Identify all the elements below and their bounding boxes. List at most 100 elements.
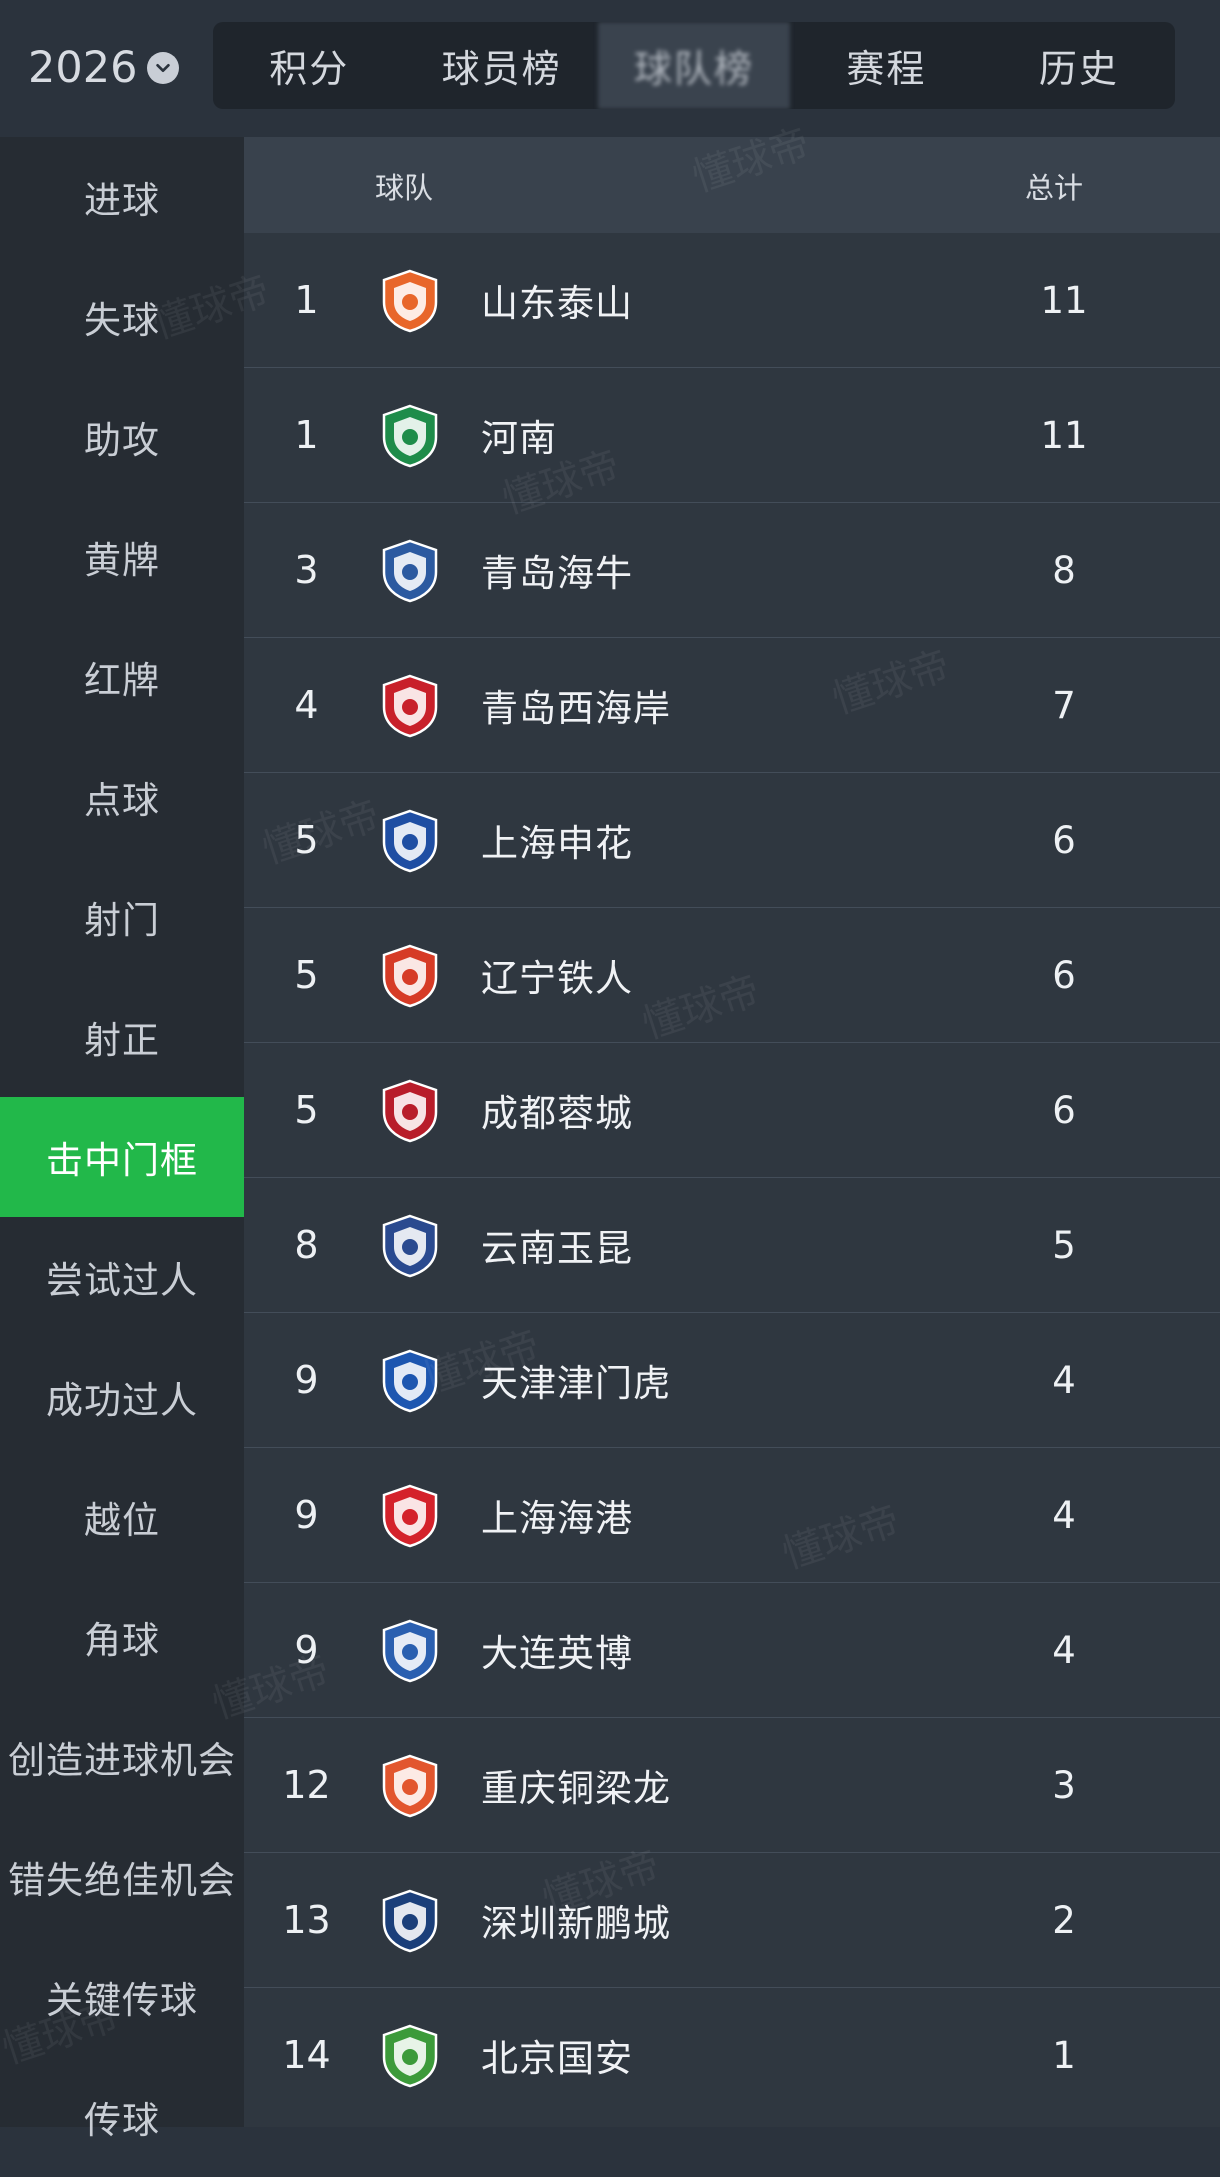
rank-cell: 1 bbox=[294, 278, 319, 322]
table-row[interactable]: 13 深圳新鹏城 2 bbox=[244, 1852, 1220, 1987]
shanghai-shenhua-logo bbox=[377, 808, 443, 874]
team-name: 河南 bbox=[481, 417, 557, 460]
tab-schedule[interactable]: 赛程 bbox=[790, 22, 982, 109]
team-name: 山东泰山 bbox=[481, 282, 633, 325]
total-cell: 8 bbox=[1052, 548, 1076, 592]
rank-cell: 4 bbox=[294, 683, 319, 727]
chengdu-rongcheng-logo bbox=[377, 1078, 443, 1144]
table-row[interactable]: 14 北京国安 1 bbox=[244, 1987, 1220, 2122]
chongqing-tongliang-long-logo bbox=[377, 1753, 443, 1819]
dalian-yingbo-logo bbox=[377, 1618, 443, 1684]
rank-cell: 9 bbox=[294, 1358, 319, 1402]
table-row[interactable]: 5 辽宁铁人 6 bbox=[244, 907, 1220, 1042]
rank-cell: 13 bbox=[282, 1898, 331, 1942]
tab-standings[interactable]: 积分 bbox=[213, 22, 405, 109]
total-cell: 6 bbox=[1052, 1088, 1076, 1132]
total-cell: 11 bbox=[1040, 278, 1088, 322]
total-cell: 1 bbox=[1052, 2033, 1076, 2077]
sidebar-item[interactable]: 助攻 bbox=[0, 377, 244, 497]
table-row[interactable]: 12 重庆铜梁龙 3 bbox=[244, 1717, 1220, 1852]
team-name: 上海申花 bbox=[481, 822, 633, 865]
column-header-total: 总计 bbox=[1025, 171, 1084, 205]
beijing-guoan-logo bbox=[377, 2023, 443, 2089]
chevron-down-icon bbox=[147, 52, 180, 84]
column-header-team: 球队 bbox=[375, 171, 434, 205]
top-bar: 2026 积分 球员榜 球队榜 赛程 历史 bbox=[0, 0, 1220, 137]
rank-cell: 5 bbox=[294, 953, 319, 997]
team-name: 青岛西海岸 bbox=[481, 687, 671, 730]
team-name: 青岛海牛 bbox=[481, 552, 633, 595]
total-cell: 4 bbox=[1052, 1628, 1076, 1672]
tab-history[interactable]: 历史 bbox=[983, 22, 1175, 109]
team-name: 天津津门虎 bbox=[481, 1362, 671, 1405]
sidebar-item[interactable]: 失球 bbox=[0, 257, 244, 377]
rank-cell: 14 bbox=[282, 2033, 331, 2077]
team-name: 深圳新鹏城 bbox=[481, 1902, 671, 1945]
liaoning-tieren-logo bbox=[377, 943, 443, 1009]
table-row[interactable]: 5 上海申花 6 bbox=[244, 772, 1220, 907]
total-cell: 3 bbox=[1052, 1763, 1076, 1807]
shenzhen-xinpengcheng-logo bbox=[377, 1888, 443, 1954]
table-row[interactable]: 9 天津津门虎 4 bbox=[244, 1312, 1220, 1447]
team-name: 北京国安 bbox=[481, 2037, 633, 2080]
table-row[interactable]: 9 大连英博 4 bbox=[244, 1582, 1220, 1717]
henan-logo bbox=[377, 403, 443, 469]
total-cell: 7 bbox=[1052, 683, 1076, 727]
team-name: 成都蓉城 bbox=[481, 1092, 633, 1135]
team-name: 上海海港 bbox=[481, 1497, 633, 1540]
sidebar-item[interactable]: 尝试过人 bbox=[0, 1217, 244, 1337]
total-cell: 4 bbox=[1052, 1358, 1076, 1402]
tianjin-jinmen-tiger-logo bbox=[377, 1348, 443, 1414]
table-body: 1 山东泰山 11 1 河南 11 3 青岛海牛 8 4 青岛西海岸 7 5 上海申花 6 5 辽宁铁人 6 5 成都… bbox=[244, 233, 1220, 2122]
team-name: 云南玉昆 bbox=[481, 1227, 633, 1270]
sidebar-item[interactable]: 射门 bbox=[0, 857, 244, 977]
table-row[interactable]: 9 上海海港 4 bbox=[244, 1447, 1220, 1582]
rank-cell: 5 bbox=[294, 1088, 319, 1132]
total-cell: 6 bbox=[1052, 818, 1076, 862]
season-selector[interactable]: 2026 bbox=[28, 38, 180, 98]
sidebar-item[interactable]: 成功过人 bbox=[0, 1337, 244, 1457]
shandong-taishan-logo bbox=[377, 268, 443, 334]
table-row[interactable]: 1 河南 11 bbox=[244, 367, 1220, 502]
tab-player-rankings[interactable]: 球员榜 bbox=[405, 22, 597, 109]
sidebar-item[interactable]: 射正 bbox=[0, 977, 244, 1097]
total-cell: 6 bbox=[1052, 953, 1076, 997]
sidebar-item[interactable]: 错失绝佳机会 bbox=[0, 1817, 244, 1937]
stat-category-sidebar: 进球 失球 助攻 黄牌 红牌 点球 射门 射正 击中门框 尝试过人 成功过人 越位 角球 创造进球机会 错失… bbox=[0, 137, 244, 2142]
tab-team-rankings[interactable]: 球队榜 bbox=[597, 22, 791, 109]
sidebar-item[interactable]: 创造进球机会 bbox=[0, 1697, 244, 1817]
sidebar-item[interactable]: 传球 bbox=[0, 2057, 244, 2177]
rank-cell: 3 bbox=[294, 548, 319, 592]
rank-cell: 1 bbox=[294, 413, 319, 457]
yunnan-yukun-logo bbox=[377, 1213, 443, 1279]
table-row[interactable]: 3 青岛海牛 8 bbox=[244, 502, 1220, 637]
qingdao-west-coast-logo bbox=[377, 673, 443, 739]
rank-cell: 9 bbox=[294, 1628, 319, 1672]
table-row[interactable]: 8 云南玉昆 5 bbox=[244, 1177, 1220, 1312]
sidebar-item[interactable]: 红牌 bbox=[0, 617, 244, 737]
tab-bar: 积分 球员榜 球队榜 赛程 历史 bbox=[213, 22, 1175, 109]
sidebar-item[interactable]: 点球 bbox=[0, 737, 244, 857]
season-label: 2026 bbox=[28, 43, 138, 93]
sidebar-item[interactable]: 击中门框 bbox=[0, 1097, 244, 1217]
qingdao-hainiu-logo bbox=[377, 538, 443, 604]
total-cell: 11 bbox=[1040, 413, 1088, 457]
shanghai-port-logo bbox=[377, 1483, 443, 1549]
sidebar-item[interactable]: 角球 bbox=[0, 1577, 244, 1697]
sidebar-item[interactable]: 黄牌 bbox=[0, 497, 244, 617]
rank-cell: 12 bbox=[282, 1763, 331, 1807]
table-row[interactable]: 4 青岛西海岸 7 bbox=[244, 637, 1220, 772]
table-row[interactable]: 1 山东泰山 11 bbox=[244, 233, 1220, 367]
team-name: 大连英博 bbox=[481, 1632, 633, 1675]
sidebar-item[interactable]: 进球 bbox=[0, 137, 244, 257]
total-cell: 5 bbox=[1052, 1223, 1076, 1267]
team-stats-table: 球队 总计 1 山东泰山 11 1 河南 11 3 青岛海牛 8 4 青岛西海岸 7 5 上海申花 6 5 辽宁… bbox=[244, 137, 1220, 2127]
table-header: 球队 总计 bbox=[244, 137, 1220, 233]
total-cell: 4 bbox=[1052, 1493, 1076, 1537]
table-row[interactable]: 5 成都蓉城 6 bbox=[244, 1042, 1220, 1177]
team-name: 辽宁铁人 bbox=[481, 957, 633, 1000]
sidebar-item[interactable]: 越位 bbox=[0, 1457, 244, 1577]
rank-cell: 9 bbox=[294, 1493, 319, 1537]
sidebar-item[interactable]: 关键传球 bbox=[0, 1937, 244, 2057]
rank-cell: 8 bbox=[294, 1223, 319, 1267]
